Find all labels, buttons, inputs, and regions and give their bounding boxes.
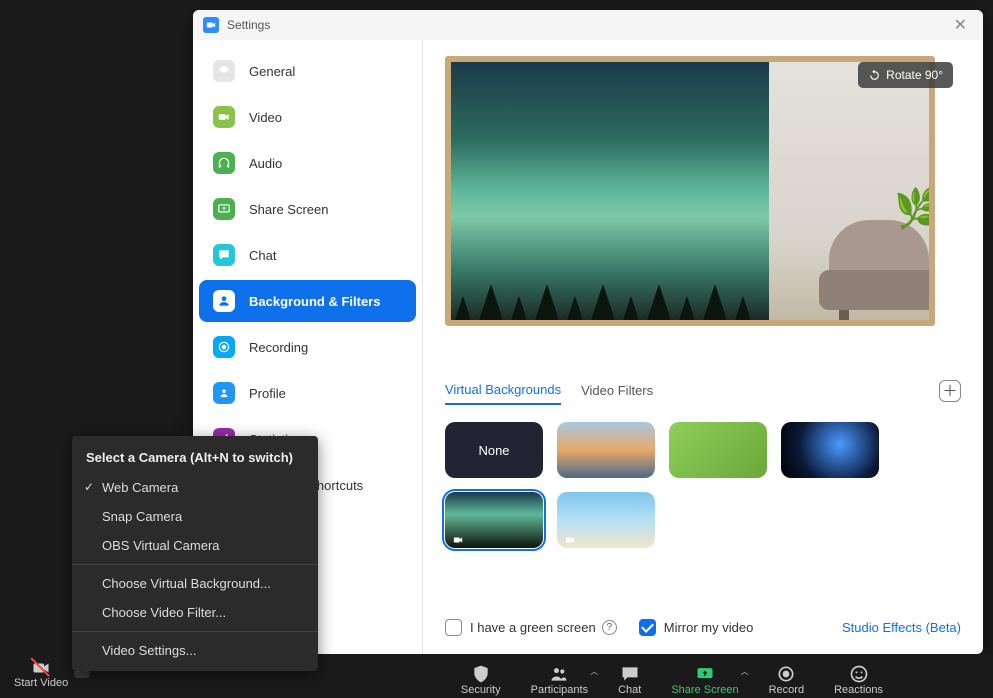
chat-button[interactable]: Chat	[618, 664, 641, 696]
sidebar-item-recording[interactable]: Recording	[199, 326, 416, 368]
sidebar-item-label: Background & Filters	[249, 294, 380, 309]
headphones-icon	[213, 152, 235, 174]
green-screen-label: I have a green screen	[470, 620, 596, 635]
video-badge-icon	[563, 532, 577, 542]
green-screen-option[interactable]: I have a green screen ?	[445, 619, 617, 636]
video-icon	[213, 106, 235, 128]
participants-button[interactable]: Participants ︿	[531, 664, 588, 696]
chat-bubble-icon	[620, 664, 640, 684]
sidebar-item-video[interactable]: Video	[199, 96, 416, 138]
record-icon	[213, 336, 235, 358]
preview-plant: 🌿	[894, 192, 935, 224]
video-badge-icon	[451, 532, 465, 542]
profile-icon	[213, 382, 235, 404]
record-label: Record	[769, 684, 804, 696]
video-off-icon	[29, 659, 53, 677]
share-screen-icon	[695, 664, 715, 684]
sidebar-item-label: Share Screen	[249, 202, 329, 217]
sidebar-item-chat[interactable]: Chat	[199, 234, 416, 276]
background-thumb-beach[interactable]	[557, 492, 655, 548]
camera-menu-heading: Select a Camera (Alt+N to switch)	[72, 442, 318, 473]
sidebar-item-profile[interactable]: Profile	[199, 372, 416, 414]
reactions-icon	[849, 664, 869, 684]
start-video-label: Start Video	[14, 677, 68, 689]
background-thumb-earth[interactable]	[781, 422, 879, 478]
zoom-app-icon	[203, 17, 219, 33]
bg-filters-tabs: Virtual Backgrounds Video Filters ＋	[445, 376, 961, 406]
sidebar-item-label: Video	[249, 110, 282, 125]
video-settings-item[interactable]: Video Settings...	[72, 636, 318, 665]
choose-video-filter-item[interactable]: Choose Video Filter...	[72, 598, 318, 627]
gear-icon	[213, 60, 235, 82]
close-icon[interactable]: ✕	[948, 13, 973, 37]
rotate-90-button[interactable]: Rotate 90°	[858, 62, 953, 88]
share-screen-icon	[213, 198, 235, 220]
choose-virtual-background-item[interactable]: Choose Virtual Background...	[72, 569, 318, 598]
record-button[interactable]: Record	[769, 664, 804, 696]
mirror-video-option[interactable]: Mirror my video	[639, 619, 754, 636]
options-row: I have a green screen ? Mirror my video …	[445, 619, 961, 636]
tab-virtual-backgrounds[interactable]: Virtual Backgrounds	[445, 376, 561, 405]
security-label: Security	[461, 684, 501, 696]
sidebar-item-label: Audio	[249, 156, 282, 171]
share-screen-button[interactable]: Share Screen ︿	[671, 664, 738, 696]
chevron-up-icon: ︿	[741, 666, 749, 677]
chat-label: Chat	[618, 684, 641, 696]
rotate-label: Rotate 90°	[886, 68, 943, 82]
chat-icon	[213, 244, 235, 266]
camera-option-web[interactable]: Web Camera	[72, 473, 318, 502]
background-thumb-grass[interactable]	[669, 422, 767, 478]
chevron-up-icon: ︿	[590, 666, 598, 677]
background-thumb-bridge[interactable]	[557, 422, 655, 478]
reactions-label: Reactions	[834, 684, 883, 696]
window-title: Settings	[227, 18, 270, 32]
mirror-video-checkbox[interactable]	[639, 619, 656, 636]
camera-select-menu: Select a Camera (Alt+N to switch) Web Ca…	[72, 436, 318, 671]
sidebar-item-label: Chat	[249, 248, 276, 263]
main-panel: Rotate 90° 🌿 Virtual Backgrounds	[423, 40, 983, 654]
background-grid: None	[445, 422, 961, 548]
add-background-button[interactable]: ＋	[939, 380, 961, 402]
participants-icon	[549, 664, 569, 684]
titlebar: Settings ✕	[193, 10, 983, 40]
sidebar-item-label: Recording	[249, 340, 308, 355]
shield-icon	[471, 664, 491, 684]
start-video-button[interactable]: Start Video	[14, 659, 68, 689]
background-thumb-none[interactable]: None	[445, 422, 543, 478]
studio-effects-link[interactable]: Studio Effects (Beta)	[842, 620, 961, 635]
share-screen-label: Share Screen	[671, 684, 738, 696]
participants-label: Participants	[531, 684, 588, 696]
menu-separator	[72, 564, 318, 565]
mirror-video-label: Mirror my video	[664, 620, 754, 635]
person-icon	[213, 290, 235, 312]
sidebar-item-general[interactable]: General	[199, 50, 416, 92]
sidebar-item-label: General	[249, 64, 295, 79]
security-button[interactable]: Security	[461, 664, 501, 696]
background-thumb-aurora[interactable]	[445, 492, 543, 548]
sidebar-item-audio[interactable]: Audio	[199, 142, 416, 184]
green-screen-checkbox[interactable]	[445, 619, 462, 636]
tab-video-filters[interactable]: Video Filters	[581, 377, 653, 404]
record-icon	[776, 664, 796, 684]
menu-separator	[72, 631, 318, 632]
sidebar-item-label: Profile	[249, 386, 286, 401]
camera-option-snap[interactable]: Snap Camera	[72, 502, 318, 531]
camera-option-obs[interactable]: OBS Virtual Camera	[72, 531, 318, 560]
sidebar-item-share-screen[interactable]: Share Screen	[199, 188, 416, 230]
reactions-button[interactable]: Reactions	[834, 664, 883, 696]
video-preview: 🌿	[445, 56, 935, 326]
sidebar-item-background-filters[interactable]: Background & Filters	[199, 280, 416, 322]
help-icon[interactable]: ?	[602, 620, 617, 635]
bg-none-label: None	[478, 443, 509, 458]
